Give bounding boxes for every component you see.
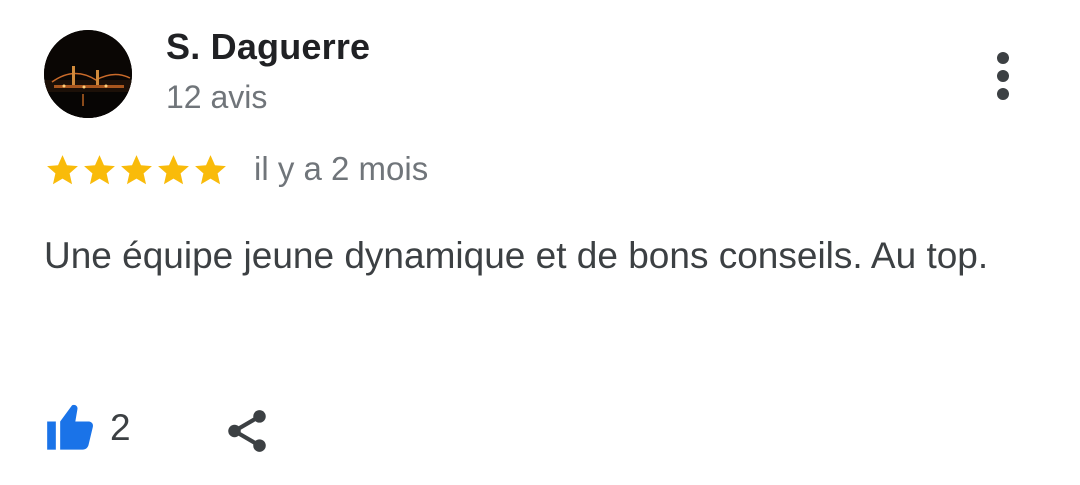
review-date: il y a 2 mois bbox=[254, 150, 429, 187]
like-button[interactable]: 2 bbox=[44, 402, 131, 454]
author-name[interactable]: S. Daguerre bbox=[166, 26, 370, 68]
avatar-image bbox=[44, 30, 132, 118]
star-icon bbox=[44, 152, 81, 189]
avatar[interactable] bbox=[44, 30, 132, 118]
share-icon[interactable] bbox=[222, 406, 272, 456]
star-icon bbox=[155, 152, 192, 189]
star-rating bbox=[44, 152, 229, 189]
star-icon bbox=[81, 152, 118, 189]
review-count: 12 avis bbox=[166, 79, 268, 115]
thumbs-up-icon bbox=[44, 402, 98, 454]
more-options-icon[interactable] bbox=[985, 50, 1021, 102]
like-count: 2 bbox=[110, 407, 131, 448]
star-icon bbox=[118, 152, 155, 189]
star-icon bbox=[192, 152, 229, 189]
review-text: Une équipe jeune dynamique et de bons co… bbox=[44, 235, 989, 276]
